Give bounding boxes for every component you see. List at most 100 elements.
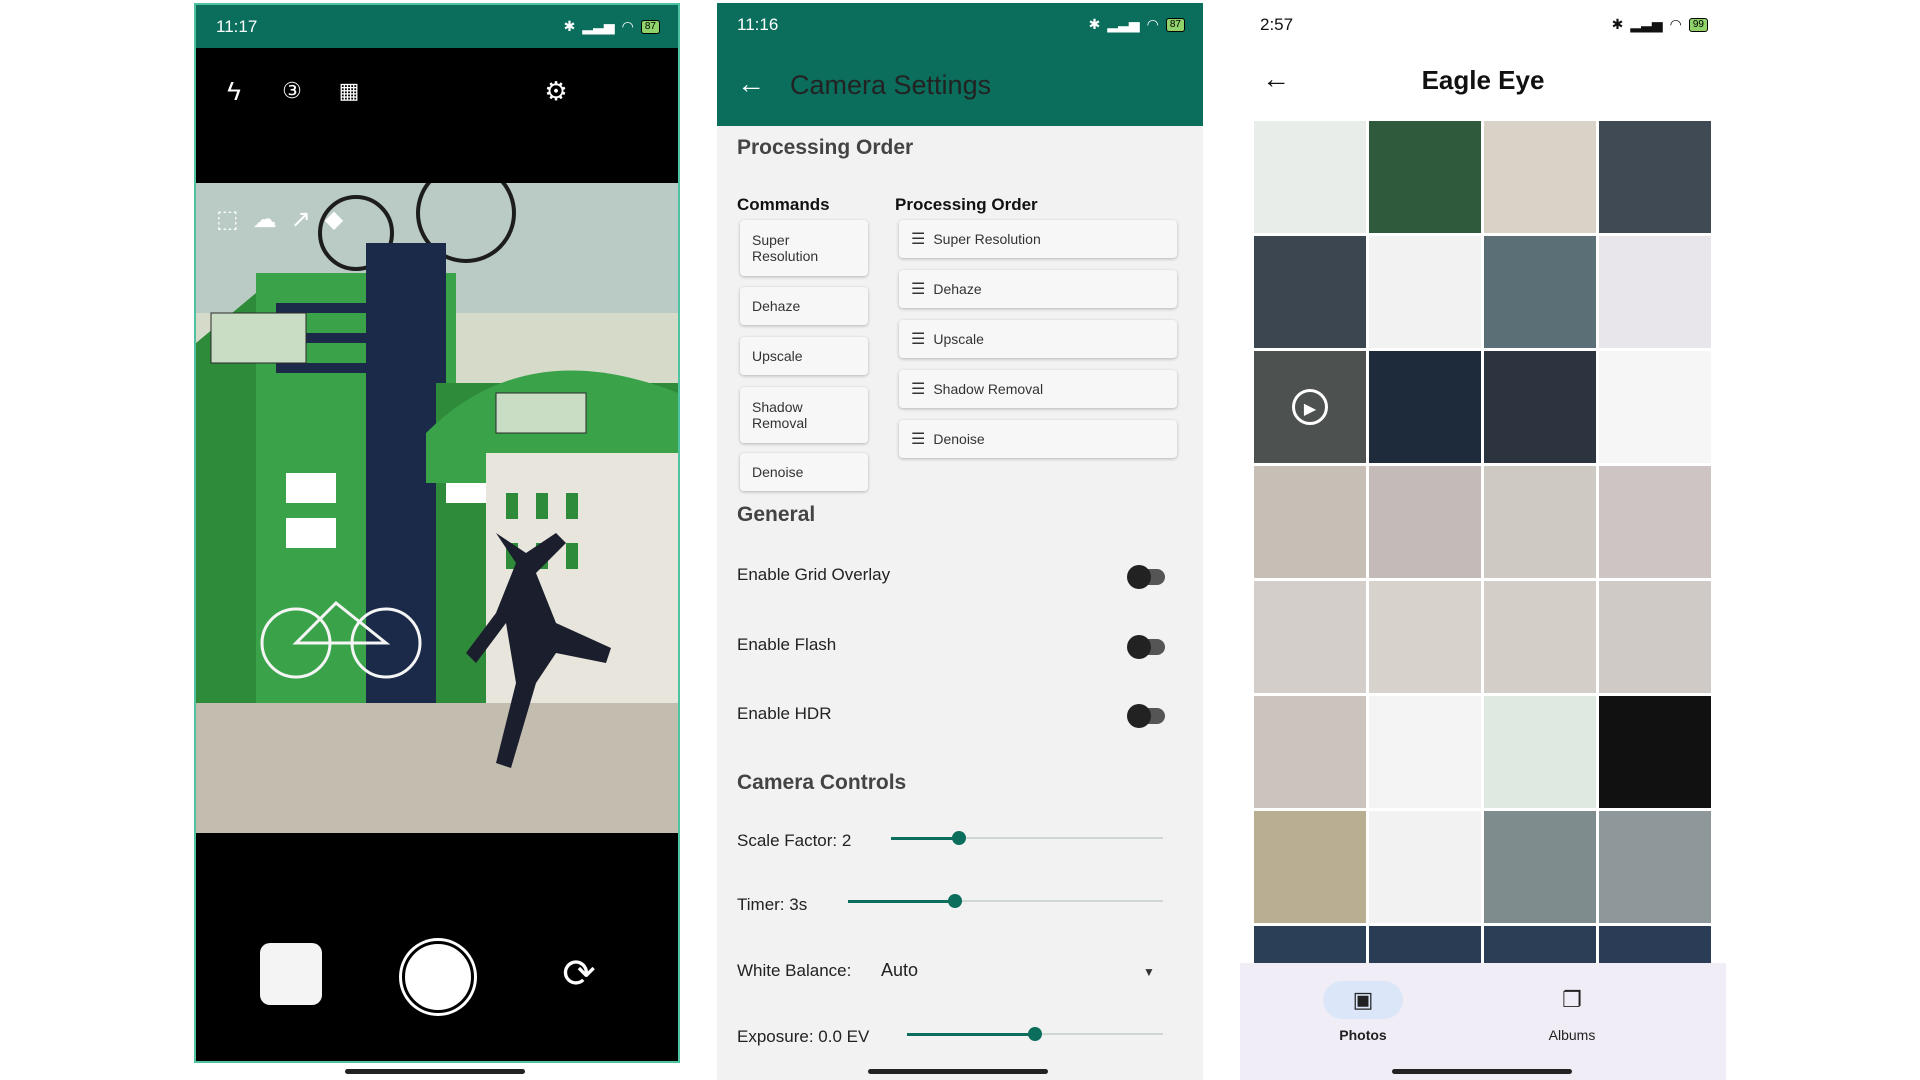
photo-thumbnail[interactable] (1484, 696, 1596, 808)
status-icons: ✱ ▂▃▅ ◠ 87 (1089, 16, 1185, 33)
bluetooth-icon: ✱ (1088, 16, 1101, 32)
photo-thumbnail[interactable] (1369, 121, 1481, 233)
camera-screen: 11:17 ✱ ▂▃▅ ◠ 87 ϟ ③ ▦ ⚙ ⬚ ☁ ↗ ◆ ⟳ (194, 3, 680, 1063)
home-indicator[interactable] (1392, 1069, 1572, 1074)
photo-thumbnail[interactable] (1484, 351, 1596, 463)
signal-icon: ▂▃▅ (582, 18, 615, 34)
command-chip[interactable]: Upscale (740, 337, 868, 375)
home-indicator[interactable] (345, 1069, 525, 1074)
general-heading: General (737, 503, 816, 526)
hdr-toggle[interactable] (1127, 704, 1165, 728)
camera-controls: ⟳ (196, 833, 678, 1061)
photo-thumbnail[interactable] (1254, 466, 1366, 578)
photo-thumbnail[interactable] (1484, 466, 1596, 578)
photo-thumbnail[interactable] (1369, 351, 1481, 463)
order-item[interactable]: ☰ Denoise (899, 420, 1177, 458)
order-item[interactable]: ☰ Dehaze (899, 270, 1177, 308)
dehaze-icon[interactable]: ☁ (253, 205, 277, 234)
photo-thumbnail[interactable] (1484, 121, 1596, 233)
command-label: Shadow Removal (752, 399, 808, 431)
photo-thumbnail[interactable] (1484, 811, 1596, 923)
photo-thumbnail[interactable]: ▶ (1254, 351, 1366, 463)
flash-off-icon[interactable]: ϟ (216, 73, 252, 109)
drag-handle-icon[interactable]: ☰ (911, 229, 925, 249)
super-resolution-icon[interactable]: ⬚ (216, 205, 239, 234)
nav-item-photos[interactable]: ▣ Photos (1293, 981, 1433, 1043)
nav-item-albums[interactable]: ❐ Albums (1502, 981, 1642, 1043)
status-icons: ✱ ▂▃▅ ◠ 87 (564, 18, 660, 35)
order-label: Shadow Removal (933, 381, 1044, 397)
viewfinder-image (196, 183, 678, 833)
photo-thumbnail[interactable] (1599, 811, 1711, 923)
photo-thumbnail[interactable] (1369, 236, 1481, 348)
back-arrow-icon[interactable]: ← (737, 68, 765, 100)
exposure-thumb[interactable] (1028, 1027, 1042, 1041)
photo-thumbnail[interactable] (1254, 581, 1366, 693)
home-indicator[interactable] (868, 1069, 1048, 1074)
signal-icon: ▂▃▅ (1630, 16, 1663, 32)
order-label: Upscale (933, 331, 984, 347)
shadow-removal-icon[interactable]: ◆ (325, 205, 343, 234)
order-item[interactable]: ☰ Shadow Removal (899, 370, 1177, 408)
camera-viewfinder[interactable]: ⬚ ☁ ↗ ◆ (196, 183, 678, 833)
photo-thumbnail[interactable] (1599, 236, 1711, 348)
exposure-fill (907, 1033, 1035, 1036)
switch-camera-icon[interactable]: ⟳ (554, 949, 604, 999)
timer-3-icon[interactable]: ③ (274, 73, 310, 109)
grid-off-icon[interactable]: ▦ (331, 73, 367, 109)
gallery-thumbnail[interactable] (260, 943, 322, 1005)
photo-thumbnail[interactable] (1484, 236, 1596, 348)
drag-handle-icon[interactable]: ☰ (911, 429, 925, 449)
photo-grid: ▶ (1254, 121, 1712, 1038)
photo-thumbnail[interactable] (1369, 581, 1481, 693)
signal-icon: ▂▃▅ (1107, 16, 1140, 32)
command-label: Dehaze (752, 298, 801, 314)
settings-app-bar: ← Camera Settings (717, 46, 1203, 126)
photo-thumbnail[interactable] (1484, 581, 1596, 693)
command-chip[interactable]: Shadow Removal (740, 387, 868, 443)
processing-overlay-icons: ⬚ ☁ ↗ ◆ (216, 205, 343, 234)
command-chip[interactable]: Super Resolution (740, 220, 868, 276)
drag-handle-icon[interactable]: ☰ (911, 379, 925, 399)
toggle-knob (1127, 704, 1151, 728)
wifi-icon: ◠ (1146, 16, 1159, 32)
gear-icon[interactable]: ⚙ (538, 73, 574, 109)
photo-thumbnail[interactable] (1599, 696, 1711, 808)
photo-thumbnail[interactable] (1599, 351, 1711, 463)
photo-thumbnail[interactable] (1254, 121, 1366, 233)
command-label: Denoise (752, 464, 804, 480)
timer-thumb[interactable] (948, 894, 963, 908)
order-item[interactable]: ☰ Super Resolution (899, 220, 1177, 258)
white-balance-label: White Balance: (737, 961, 852, 980)
order-item[interactable]: ☰ Upscale (899, 320, 1177, 358)
photo-thumbnail[interactable] (1369, 696, 1481, 808)
photo-thumbnail[interactable] (1369, 466, 1481, 578)
chevron-down-icon[interactable]: ▼ (1143, 965, 1155, 979)
command-chip[interactable]: Dehaze (740, 287, 868, 325)
command-chip[interactable]: Denoise (740, 453, 868, 491)
status-icons: ✱ ▂▃▅ ◠ 99 (1612, 16, 1708, 33)
flash-toggle[interactable] (1127, 635, 1165, 659)
upscale-icon[interactable]: ↗ (291, 205, 311, 234)
photo-thumbnail[interactable] (1369, 811, 1481, 923)
timer-label: Timer: 3s (737, 895, 808, 914)
photo-thumbnail[interactable] (1254, 696, 1366, 808)
photo-thumbnail[interactable] (1599, 466, 1711, 578)
photo-thumbnail[interactable] (1599, 581, 1711, 693)
command-label: Upscale (752, 348, 803, 364)
white-balance-select[interactable]: Auto (881, 960, 918, 981)
grid-overlay-toggle[interactable] (1127, 565, 1165, 589)
photo-thumbnail[interactable] (1254, 811, 1366, 923)
drag-handle-icon[interactable]: ☰ (911, 279, 925, 299)
processing-order-heading: Processing Order (737, 136, 914, 159)
photo-thumbnail[interactable] (1254, 236, 1366, 348)
battery-icon: 99 (1688, 17, 1708, 32)
scale-factor-label: Scale Factor: 2 (737, 831, 852, 850)
scale-factor-thumb[interactable] (952, 831, 966, 845)
photo-thumbnail[interactable] (1599, 121, 1711, 233)
status-time: 11:17 (216, 16, 258, 36)
gallery-screen: 2:57 ✱ ▂▃▅ ◠ 99 ← Eagle Eye ▶ ▣ Photos ❐… (1240, 3, 1726, 1080)
shutter-button[interactable] (402, 941, 474, 1013)
status-bar: 11:16 ✱ ▂▃▅ ◠ 87 (717, 3, 1203, 46)
drag-handle-icon[interactable]: ☰ (911, 329, 925, 349)
